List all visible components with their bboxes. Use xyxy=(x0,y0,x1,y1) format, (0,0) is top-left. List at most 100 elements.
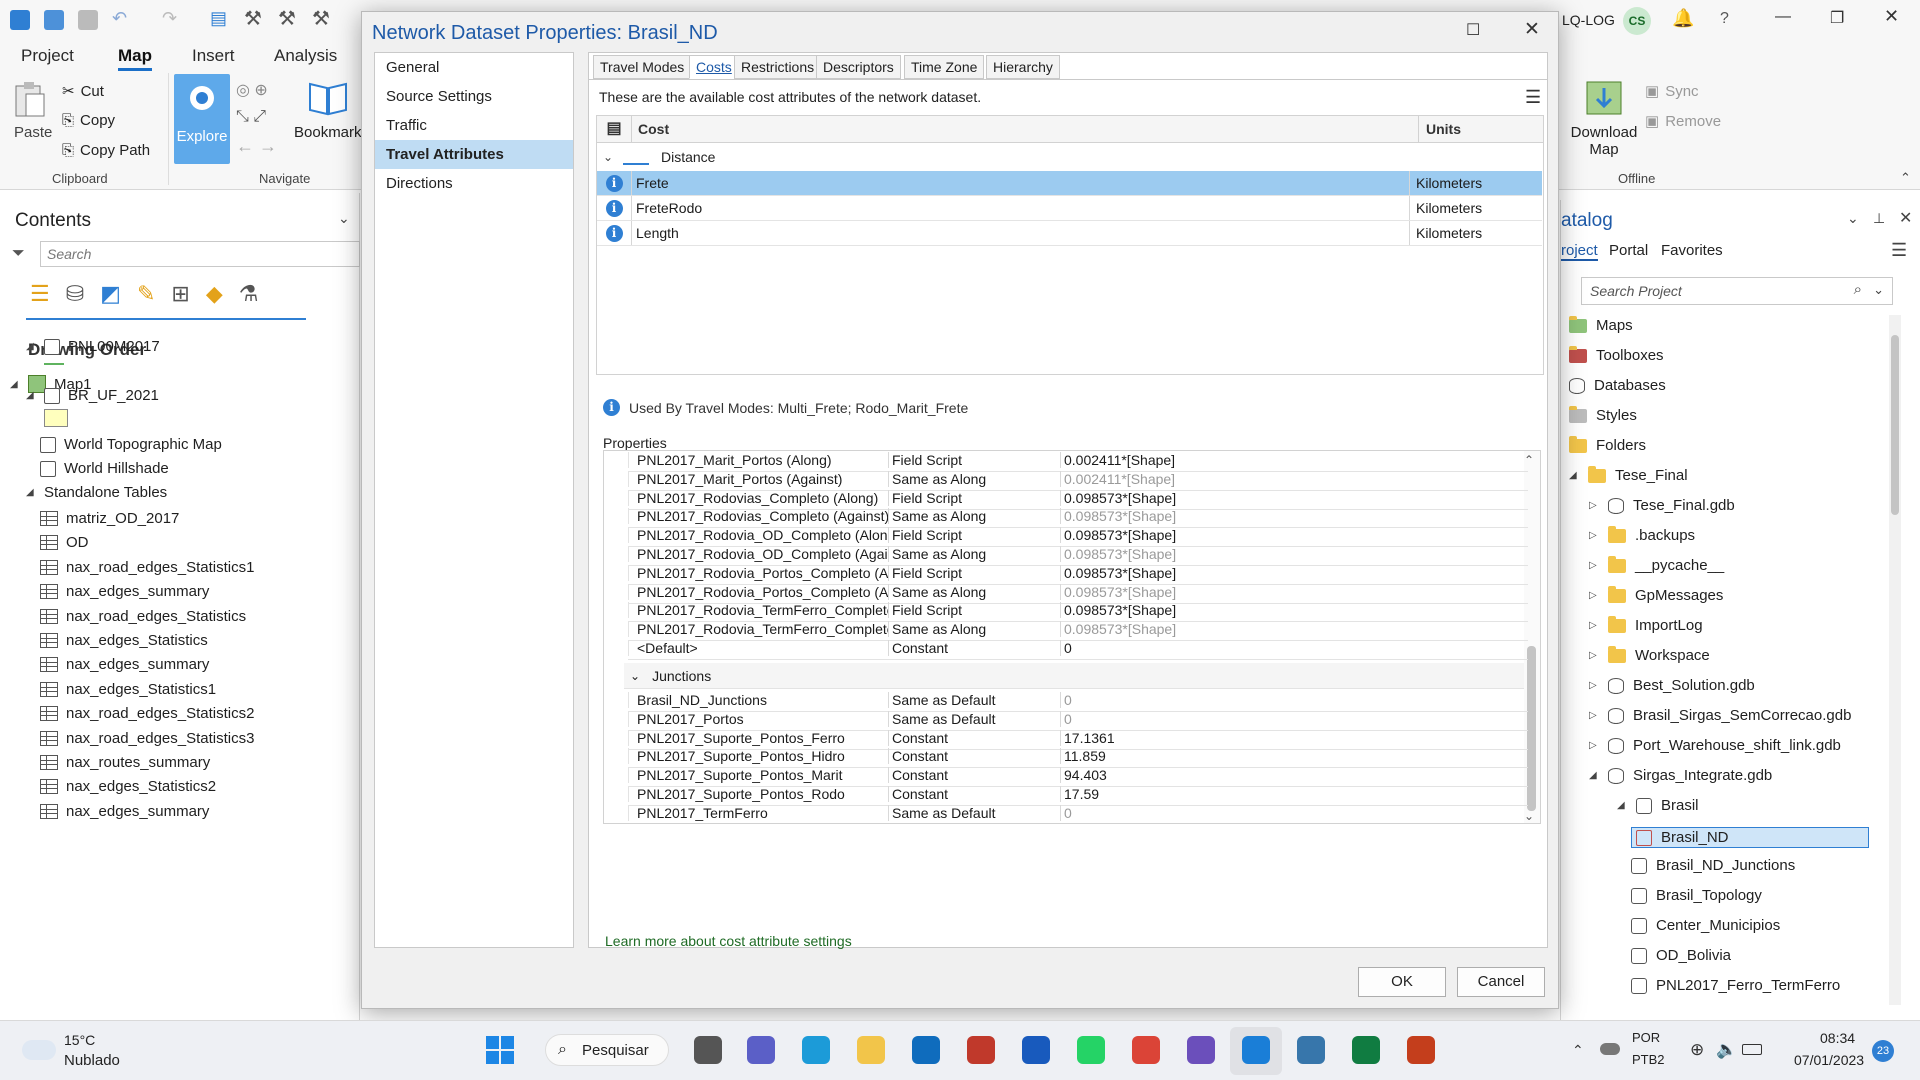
table-item[interactable]: nax_routes_summary xyxy=(40,754,210,771)
catalog-item[interactable]: ▷ .backups xyxy=(1589,525,1695,544)
tab-costs[interactable]: Costs xyxy=(689,55,739,79)
remove-button[interactable]: ▣ Remove xyxy=(1645,112,1721,131)
battery-icon[interactable] xyxy=(1742,1044,1762,1055)
type-cell[interactable]: Constant xyxy=(888,640,1060,656)
tool-icon[interactable]: ⚒ xyxy=(312,6,330,31)
catalog-item[interactable]: Styles xyxy=(1569,405,1637,424)
chevron-right-icon[interactable]: ▷ xyxy=(1589,560,1599,571)
restore-icon[interactable]: ❐ xyxy=(1830,8,1844,28)
type-cell[interactable]: Constant xyxy=(888,729,1060,746)
chrome-icon[interactable] xyxy=(1132,1036,1160,1064)
catalog-item[interactable]: ▷ GpMessages xyxy=(1589,585,1723,604)
catalog-item[interactable]: Maps xyxy=(1569,315,1633,334)
chevron-down-icon[interactable]: ⌄ xyxy=(1847,210,1859,227)
catalog-search-input[interactable]: Search Project ⌕ ⌄ xyxy=(1581,277,1893,305)
type-cell[interactable]: Same as Along xyxy=(888,508,1060,525)
minimize-icon[interactable]: — xyxy=(1775,8,1791,26)
type-cell[interactable]: Same as Along xyxy=(888,583,1060,600)
table-item[interactable]: nax_edges_Statistics xyxy=(40,632,208,649)
menu-icon[interactable]: ☰ xyxy=(1525,87,1541,108)
expand-icon[interactable]: ◢ xyxy=(26,390,36,401)
catalog-item[interactable]: OD_Bolivia xyxy=(1631,947,1731,964)
chevron-right-icon[interactable]: ▷ xyxy=(1589,710,1599,721)
cost-row[interactable]: i Length Kilometers xyxy=(597,221,1542,246)
task-view-icon[interactable] xyxy=(694,1036,722,1064)
expand-icon[interactable]: ◢ xyxy=(26,341,36,352)
file-explorer-icon[interactable] xyxy=(857,1036,885,1064)
value-cell[interactable]: 0.098573*[Shape] xyxy=(1060,602,1528,619)
visibility-checkbox[interactable] xyxy=(40,460,56,477)
type-cell[interactable]: Field Script xyxy=(888,527,1060,544)
edge-icon[interactable] xyxy=(802,1036,830,1064)
scrollbar-thumb[interactable] xyxy=(1527,646,1536,811)
bookmarks-button[interactable] xyxy=(308,80,348,116)
chevron-down-icon[interactable]: ◢ xyxy=(1589,770,1599,781)
lang-label[interactable]: POR xyxy=(1632,1030,1660,1045)
chevron-right-icon[interactable]: ▷ xyxy=(1589,650,1599,661)
nav-item-general[interactable]: General xyxy=(375,53,573,82)
tab-project[interactable]: Project xyxy=(21,46,74,66)
value-cell[interactable]: 0.098573*[Shape] xyxy=(1060,508,1528,525)
table-item[interactable]: nax_road_edges_Statistics3 xyxy=(40,730,254,747)
chevron-down-icon[interactable]: ◢ xyxy=(1569,470,1579,481)
type-cell[interactable]: Constant xyxy=(888,767,1060,784)
filter-icon[interactable]: ⏷ xyxy=(12,245,25,263)
type-cell[interactable]: Field Script xyxy=(888,602,1060,619)
tab-portal[interactable]: Portal xyxy=(1609,242,1648,259)
search-icon[interactable]: ⌕ xyxy=(1854,281,1862,298)
outlook-icon[interactable] xyxy=(912,1036,940,1064)
type-cell[interactable]: Constant xyxy=(888,786,1060,802)
layer-item[interactable]: World Hillshade xyxy=(40,460,169,477)
tool-icon[interactable]: ⚒ xyxy=(244,6,262,31)
close-icon[interactable]: ✕ xyxy=(1524,18,1540,41)
tab-descriptors[interactable]: Descriptors xyxy=(816,55,901,79)
list-by-snapping-icon[interactable]: ⊞ xyxy=(171,281,189,307)
catalog-item[interactable]: ▷ Brasil_Sirgas_SemCorrecao.gdb xyxy=(1589,707,1851,724)
nav-item-travel-attributes[interactable]: Travel Attributes xyxy=(375,140,573,169)
type-cell[interactable]: Constant xyxy=(888,748,1060,765)
chevron-right-icon[interactable]: ▷ xyxy=(1589,680,1599,691)
network-icon[interactable]: ⊕ xyxy=(1690,1040,1704,1060)
scrollbar-thumb[interactable] xyxy=(1891,335,1899,515)
learn-more-link[interactable]: Learn more about cost attribute settings xyxy=(605,933,852,949)
tab-hierarchy[interactable]: Hierarchy xyxy=(986,55,1060,79)
table-item[interactable]: nax_edges_summary xyxy=(40,803,209,820)
table-item[interactable]: nax_road_edges_Statistics xyxy=(40,608,246,625)
catalog-item[interactable]: Brasil_ND_Junctions xyxy=(1631,857,1795,874)
type-cell[interactable]: Field Script xyxy=(888,452,1060,468)
table-item[interactable]: nax_edges_summary xyxy=(40,656,209,673)
type-cell[interactable]: Same as Default xyxy=(888,710,1060,727)
type-cell[interactable]: Same as Along xyxy=(888,470,1060,487)
close-icon[interactable]: ✕ xyxy=(1884,6,1899,27)
catalog-item[interactable]: Toolboxes xyxy=(1569,345,1664,364)
tab-restrictions[interactable]: Restrictions xyxy=(734,55,822,79)
layer-item[interactable]: ◢ BR_UF_2021 xyxy=(26,387,159,404)
table-item[interactable]: nax_edges_Statistics2 xyxy=(40,778,216,795)
value-cell[interactable]: 11.859 xyxy=(1060,748,1528,765)
chevron-right-icon[interactable]: ▷ xyxy=(1589,500,1599,511)
list-by-selection-icon[interactable]: ◩ xyxy=(100,281,121,307)
taskbar-search[interactable]: ⌕ Pesquisar xyxy=(545,1034,669,1066)
list-by-perspective-icon[interactable]: ⚗ xyxy=(239,281,259,307)
open-project-icon[interactable] xyxy=(44,10,64,30)
whatsapp-icon[interactable] xyxy=(1077,1036,1105,1064)
chevron-right-icon[interactable]: ▷ xyxy=(1589,530,1599,541)
powerpoint-icon[interactable] xyxy=(1407,1036,1435,1064)
catalog-scrollbar[interactable] xyxy=(1889,315,1901,1005)
catalog-item[interactable]: Databases xyxy=(1569,377,1666,394)
visibility-checkbox[interactable] xyxy=(44,387,60,404)
table-item[interactable]: OD xyxy=(40,534,89,551)
chevron-right-icon[interactable]: ▷ xyxy=(1589,590,1599,601)
list-by-drawing-order-icon[interactable]: ☰ xyxy=(30,281,50,307)
table-item[interactable]: matriz_OD_2017 xyxy=(40,510,179,527)
chevron-down-icon[interactable]: ⌄ xyxy=(630,669,640,683)
contents-search-input[interactable]: Search xyxy=(40,241,360,267)
value-cell[interactable]: 94.403 xyxy=(1060,767,1528,784)
value-cell[interactable]: 0 xyxy=(1060,640,1528,656)
value-cell[interactable]: 0 xyxy=(1060,710,1528,727)
cost-row[interactable]: i Frete Kilometers xyxy=(597,171,1542,196)
nav-item-traffic[interactable]: Traffic xyxy=(375,111,573,140)
chevron-right-icon[interactable]: ▷ xyxy=(1589,620,1599,631)
start-icon[interactable] xyxy=(486,1036,514,1064)
tab-favorites[interactable]: Favorites xyxy=(1661,242,1723,259)
